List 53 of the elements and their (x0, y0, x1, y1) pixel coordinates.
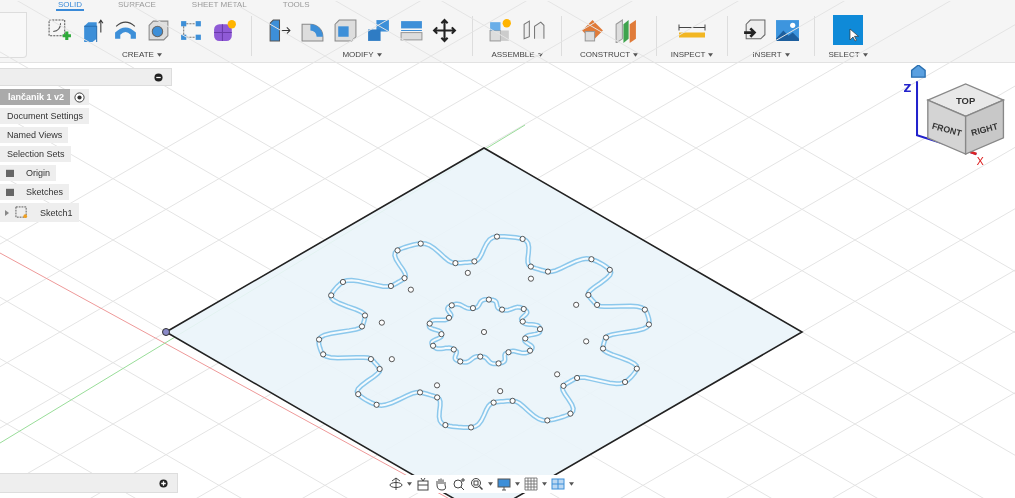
browser-item[interactable]: Origin (0, 165, 56, 181)
plus-icon[interactable] (159, 478, 168, 488)
caret-icon[interactable] (569, 482, 574, 486)
viewcube-drawing[interactable]: Z X TOP FRONT RIGHT (898, 65, 1013, 173)
offset-plane-icon[interactable] (580, 17, 605, 43)
caret-icon[interactable] (784, 52, 790, 57)
pan-hand-icon[interactable] (434, 477, 448, 491)
caret-icon[interactable] (488, 482, 493, 486)
radio-icon[interactable] (74, 91, 86, 103)
box-hole-icon[interactable] (146, 17, 171, 43)
browser-item[interactable]: Sketches (0, 184, 70, 200)
toolbar-group-label[interactable]: INSERT (752, 50, 782, 59)
sketch-plus-icon[interactable] (47, 17, 72, 43)
toolbar-group-label[interactable]: MODIFY (342, 50, 374, 59)
select-button[interactable] (833, 15, 863, 45)
zoom-icon[interactable] (452, 477, 466, 491)
toolbar-group-label[interactable]: INSPECT (670, 50, 706, 59)
origin-point-icon (162, 328, 170, 336)
display-icon[interactable] (497, 477, 511, 491)
toolbar-group-label[interactable]: ASSEMBLE (491, 50, 535, 59)
tab[interactable]: SOLID (56, 0, 84, 11)
caret-icon[interactable] (376, 52, 382, 57)
caret-icon[interactable] (515, 482, 520, 486)
as-built-joint-icon[interactable] (521, 17, 546, 43)
form-cube-icon[interactable] (212, 17, 237, 43)
browser-item[interactable]: Named Views (0, 127, 69, 143)
caret-icon[interactable] (542, 482, 547, 486)
caret-icon[interactable] (156, 52, 162, 57)
press-pull-icon[interactable] (267, 17, 292, 43)
move-icon[interactable] (432, 17, 457, 43)
toolbar-group-label[interactable]: CONSTRUCT (579, 50, 631, 59)
sketch-icon (15, 206, 28, 219)
zoom-window-icon[interactable] (470, 477, 484, 491)
folder-icon (6, 188, 14, 196)
look-at-icon[interactable] (416, 477, 430, 491)
minus-icon[interactable] (154, 72, 163, 82)
caret-icon[interactable] (537, 52, 543, 57)
expand-arrow-icon[interactable] (5, 209, 9, 216)
toolbar-group-label[interactable]: SELECT (828, 50, 860, 59)
combine-icon[interactable] (366, 17, 391, 43)
orbit-icon[interactable] (389, 477, 403, 491)
image-icon[interactable] (775, 17, 800, 43)
toolbar-group-label[interactable]: CREATE (122, 50, 154, 59)
browser-item[interactable]: Sketch1 (0, 203, 79, 222)
caret-icon[interactable] (633, 52, 639, 57)
caret-icon[interactable] (862, 52, 868, 57)
midplane-icon[interactable] (613, 17, 638, 43)
shell-icon[interactable] (333, 17, 358, 43)
browser-item[interactable]: Document Settings (0, 108, 90, 124)
browser-item[interactable]: Selection Sets (0, 146, 71, 162)
caret-icon[interactable] (708, 52, 714, 57)
folder-icon (6, 169, 14, 177)
caret-icon[interactable] (407, 482, 412, 486)
